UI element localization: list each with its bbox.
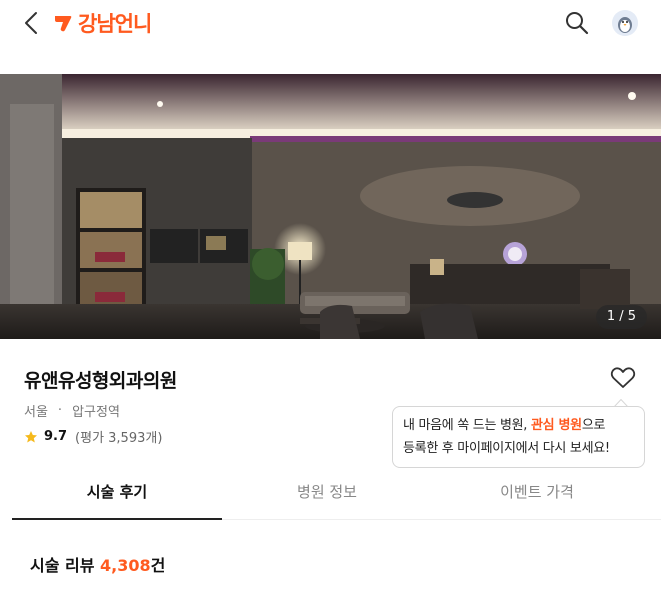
review-count-suffix: 건 bbox=[150, 556, 166, 575]
tab-event-price[interactable]: 이벤트 가격 bbox=[432, 470, 642, 520]
tab-reviews[interactable]: 시술 후기 bbox=[12, 470, 222, 520]
tooltip-text-before: 내 마음에 쏙 드는 병원, bbox=[403, 418, 531, 433]
back-arrow-icon bbox=[25, 12, 37, 34]
back-button[interactable] bbox=[18, 8, 46, 38]
heart-icon bbox=[610, 367, 636, 388]
logo-mark-icon bbox=[55, 16, 72, 32]
avatar[interactable] bbox=[612, 10, 638, 36]
clinic-lobby-image bbox=[0, 74, 661, 339]
logo-text: 강남언니 bbox=[78, 12, 152, 36]
station-label: 압구정역 bbox=[72, 405, 120, 420]
star-icon bbox=[25, 430, 37, 442]
review-count-heading: 시술 리뷰 4,308건 bbox=[30, 552, 165, 576]
separator-dot: · bbox=[57, 403, 63, 418]
tooltip-highlight: 관심 병원 bbox=[530, 418, 582, 433]
favorite-button[interactable] bbox=[610, 366, 636, 390]
clinic-photo[interactable]: 1 / 5 bbox=[0, 74, 661, 339]
tab-clinic-info[interactable]: 병원 정보 bbox=[222, 470, 432, 520]
rating-count: (평가 3,593개) bbox=[75, 431, 163, 446]
city-label: 서울 bbox=[24, 405, 48, 420]
clinic-location: 서울 · 압구정역 bbox=[24, 401, 120, 420]
penguin-avatar-icon bbox=[612, 10, 638, 36]
review-count-number: 4,308 bbox=[100, 556, 151, 575]
rating-score: 9.7 bbox=[44, 429, 68, 444]
tooltip-line-2: 등록한 후 마이페이지에서 다시 보세요! bbox=[403, 441, 610, 456]
review-label: 시술 리뷰 bbox=[30, 556, 95, 575]
tooltip-line-1: 내 마음에 쏙 드는 병원, 관심 병원으로 bbox=[403, 414, 634, 437]
search-button[interactable] bbox=[564, 10, 590, 36]
clinic-name: 유앤유성형외과의원 bbox=[24, 370, 177, 392]
tooltip-text-after: 으로 bbox=[581, 418, 606, 433]
clinic-rating: 9.7 (평가 3,593개) bbox=[24, 427, 162, 446]
photo-counter: 1 / 5 bbox=[595, 305, 647, 329]
top-bar: 강남언니 bbox=[0, 0, 661, 46]
search-icon bbox=[566, 12, 589, 35]
favorite-tooltip: 내 마음에 쏙 드는 병원, 관심 병원으로 등록한 후 마이페이지에서 다시 … bbox=[392, 406, 645, 468]
tab-bar: 시술 후기 병원 정보 이벤트 가격 bbox=[12, 470, 661, 520]
logo[interactable]: 강남언니 bbox=[53, 9, 152, 37]
